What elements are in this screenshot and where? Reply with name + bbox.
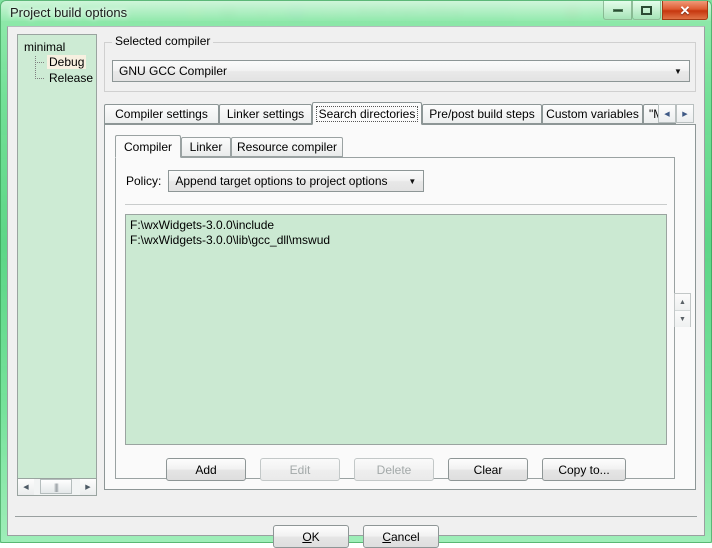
policy-label: Policy: <box>126 174 161 188</box>
scrollbar-track[interactable]: ||| <box>34 479 80 495</box>
ok-rest: K <box>312 530 320 544</box>
search-directories-list[interactable]: F:\wxWidgets-3.0.0\include F:\wxWidgets-… <box>125 214 667 445</box>
tab-label: Linker settings <box>227 107 304 121</box>
maximize-icon <box>641 6 652 15</box>
cancel-accel-char: C <box>382 530 391 544</box>
main-options-panel: Selected compiler GNU GCC Compiler ▼ Com… <box>104 34 696 512</box>
inner-tab-strip: Compiler Linker Resource compiler <box>115 135 675 157</box>
tab-custom-variables[interactable]: Custom variables <box>542 104 643 124</box>
tree-horizontal-scrollbar[interactable]: ◀ ||| ▶ <box>17 479 97 496</box>
move-up-icon[interactable]: ▲ <box>675 294 690 311</box>
tab-label: Pre/post build steps <box>429 107 534 121</box>
inner-tab-compiler[interactable]: Compiler <box>115 135 181 158</box>
search-directories-page: Compiler Linker Resource compiler Policy… <box>104 124 696 490</box>
tab-scroll-prev-icon[interactable]: ◀ <box>658 104 676 123</box>
minimize-button[interactable] <box>603 1 632 20</box>
window-title: Project build options <box>10 5 127 20</box>
project-build-options-window: Project build options ✕ minimal Debug Re… <box>0 0 712 543</box>
edit-button: Edit <box>260 458 340 481</box>
inner-tab-label: Resource compiler <box>237 140 337 154</box>
directory-action-buttons: Add Edit Delete Clear Copy to... <box>116 458 676 481</box>
title-bar[interactable]: Project build options ✕ <box>0 0 712 26</box>
list-item[interactable]: F:\wxWidgets-3.0.0\include <box>130 218 662 233</box>
chevron-down-icon[interactable]: ▼ <box>667 67 689 76</box>
compiler-directories-panel: Policy: Append target options to project… <box>115 157 675 479</box>
scrollbar-thumb[interactable]: ||| <box>40 479 72 494</box>
scroll-right-icon[interactable]: ▶ <box>80 479 96 495</box>
cancel-rest: ancel <box>391 530 420 544</box>
tab-label: Compiler settings <box>115 107 208 121</box>
outer-tab-strip: Compiler settings Linker settings Search… <box>104 102 696 124</box>
tab-pre-post-build-steps[interactable]: Pre/post build steps <box>422 104 542 124</box>
ok-accel-char: O <box>302 530 311 544</box>
tab-linker-settings[interactable]: Linker settings <box>219 104 312 124</box>
add-button[interactable]: Add <box>166 458 246 481</box>
cancel-button[interactable]: Cancel <box>363 525 439 548</box>
tab-compiler-settings[interactable]: Compiler settings <box>104 104 219 124</box>
close-icon: ✕ <box>680 4 691 17</box>
inner-tab-resource-compiler[interactable]: Resource compiler <box>231 137 343 157</box>
copy-to-button[interactable]: Copy to... <box>542 458 626 481</box>
tab-label: Custom variables <box>546 107 639 121</box>
tab-search-directories[interactable]: Search directories <box>312 102 422 125</box>
tree-root-minimal[interactable]: minimal <box>24 40 65 54</box>
tree-connector-release <box>35 78 45 79</box>
list-item[interactable]: F:\wxWidgets-3.0.0\lib\gcc_dll\mswud <box>130 233 662 248</box>
tab-label: Search directories <box>316 106 419 122</box>
clear-button[interactable]: Clear <box>448 458 528 481</box>
dialog-divider <box>15 516 697 517</box>
selected-compiler-label: Selected compiler <box>112 34 213 48</box>
inner-tab-linker[interactable]: Linker <box>181 137 231 157</box>
divider <box>125 204 667 205</box>
close-button[interactable]: ✕ <box>662 1 708 20</box>
chevron-down-icon[interactable]: ▼ <box>401 177 423 186</box>
dialog-button-row: OK Cancel <box>8 525 704 548</box>
dialog-client-area: minimal Debug Release ◀ ||| ▶ Selected c… <box>7 26 705 536</box>
scroll-left-icon[interactable]: ◀ <box>18 479 34 495</box>
tab-scroll-buttons: ◀ ▶ <box>658 104 694 123</box>
tab-scroll-next-icon[interactable]: ▶ <box>676 104 694 123</box>
move-down-icon[interactable]: ▼ <box>675 311 690 327</box>
window-controls: ✕ <box>603 1 708 20</box>
inner-tab-label: Compiler <box>124 140 172 154</box>
policy-row: Policy: Append target options to project… <box>126 170 424 192</box>
build-targets-tree[interactable]: minimal Debug Release <box>17 34 97 479</box>
ok-button[interactable]: OK <box>273 525 349 548</box>
inner-tab-label: Linker <box>190 140 223 154</box>
list-order-spinner[interactable]: ▲ ▼ <box>674 293 691 327</box>
delete-button: Delete <box>354 458 434 481</box>
tree-connector-debug <box>35 62 45 63</box>
minimize-icon <box>613 9 623 12</box>
tree-item-release[interactable]: Release <box>47 71 95 85</box>
policy-select-value: Append target options to project options <box>169 174 401 188</box>
tree-connector-vertical <box>35 56 36 78</box>
policy-select[interactable]: Append target options to project options… <box>168 170 424 192</box>
tree-item-debug[interactable]: Debug <box>47 55 86 69</box>
compiler-select-value: GNU GCC Compiler <box>113 64 667 78</box>
maximize-button[interactable] <box>632 1 661 20</box>
compiler-select[interactable]: GNU GCC Compiler ▼ <box>112 60 690 82</box>
